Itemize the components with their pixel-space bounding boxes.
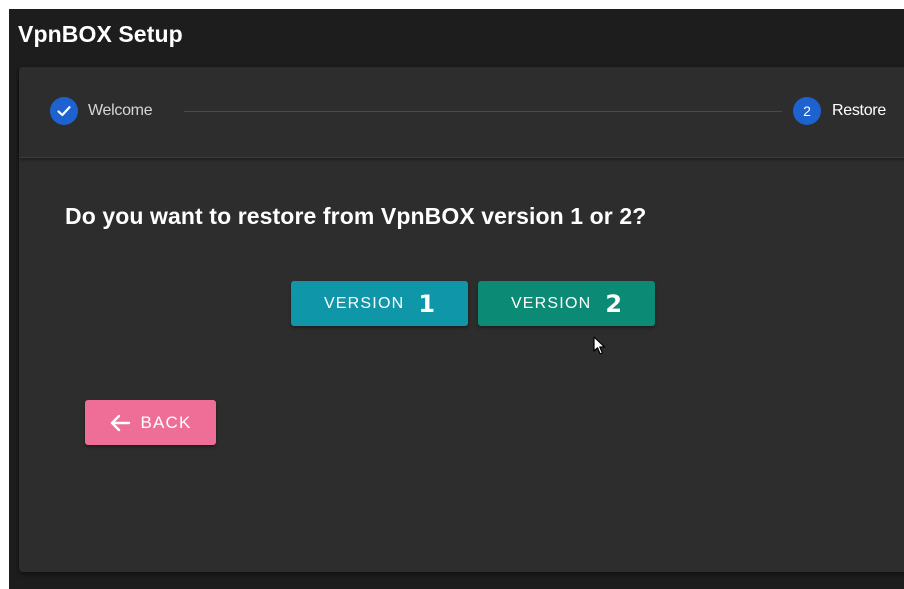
version-1-label: VERSION: [323, 294, 405, 312]
step-connector: [184, 111, 782, 112]
setup-card: Welcome 2 Restore Do you want to restore…: [19, 67, 904, 572]
version-1-button[interactable]: VERSION 1: [291, 281, 468, 326]
app-title: VpnBOX Setup: [18, 21, 183, 47]
step-welcome-label: Welcome: [88, 102, 153, 119]
stepper-header: Welcome 2 Restore: [19, 67, 904, 158]
back-button[interactable]: BACK: [85, 400, 216, 445]
step-welcome[interactable]: Welcome: [50, 97, 153, 125]
step-restore-label: Restore: [832, 102, 886, 119]
version-2-number: 2: [605, 289, 623, 318]
check-icon: [50, 97, 78, 125]
step-restore[interactable]: 2 Restore: [793, 97, 886, 125]
version-2-button[interactable]: VERSION 2: [478, 281, 655, 326]
step-restore-number: 2: [793, 97, 821, 125]
version-2-label: VERSION: [510, 294, 592, 312]
arrow-left-icon: [111, 414, 131, 431]
setup-window: VpnBOX Setup Welcome 2 Restore Do you wa…: [9, 9, 904, 589]
restore-question: Do you want to restore from VpnBOX versi…: [65, 203, 647, 229]
back-label: BACK: [140, 412, 192, 432]
version-1-number: 1: [418, 289, 436, 318]
